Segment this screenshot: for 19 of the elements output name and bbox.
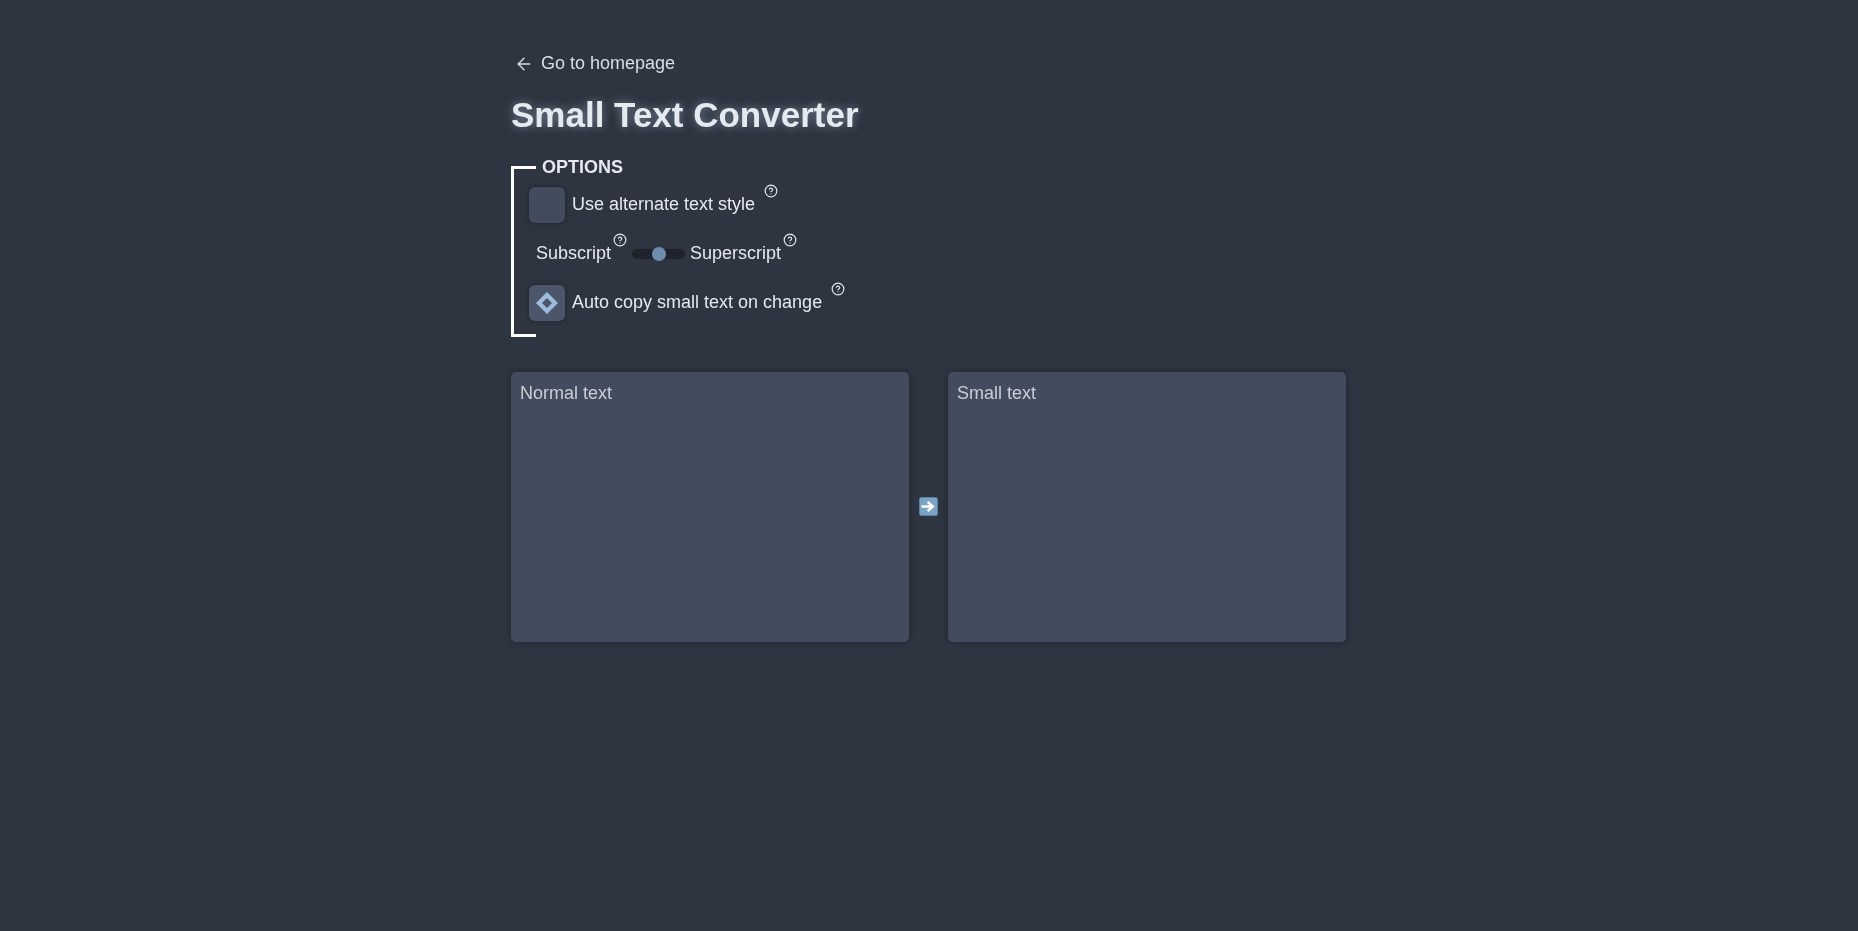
switch-thumb[interactable] bbox=[651, 246, 666, 261]
small-text-output[interactable]: Small text bbox=[948, 371, 1346, 642]
checkbox[interactable] bbox=[529, 186, 565, 223]
help-icon[interactable] bbox=[613, 232, 628, 247]
arrow-right-icon bbox=[919, 497, 938, 516]
normal-text-input[interactable]: Normal text bbox=[511, 371, 909, 642]
checkbox[interactable] bbox=[529, 284, 565, 321]
help-icon[interactable] bbox=[764, 183, 779, 198]
options-heading: OPTIONS bbox=[542, 155, 623, 179]
mode-switch[interactable] bbox=[632, 246, 686, 261]
option-label: Superscript bbox=[690, 242, 782, 265]
page-title: Small Text Converter bbox=[511, 94, 859, 135]
back-link[interactable]: Go to homepage bbox=[514, 50, 676, 77]
option-label: Subscript bbox=[536, 242, 612, 265]
help-icon[interactable] bbox=[831, 281, 846, 296]
option-label: Auto copy small text on change bbox=[572, 291, 823, 314]
option-label: Use alternate text style bbox=[572, 193, 756, 216]
help-icon[interactable] bbox=[783, 232, 798, 247]
diamond-check-icon bbox=[535, 290, 559, 315]
